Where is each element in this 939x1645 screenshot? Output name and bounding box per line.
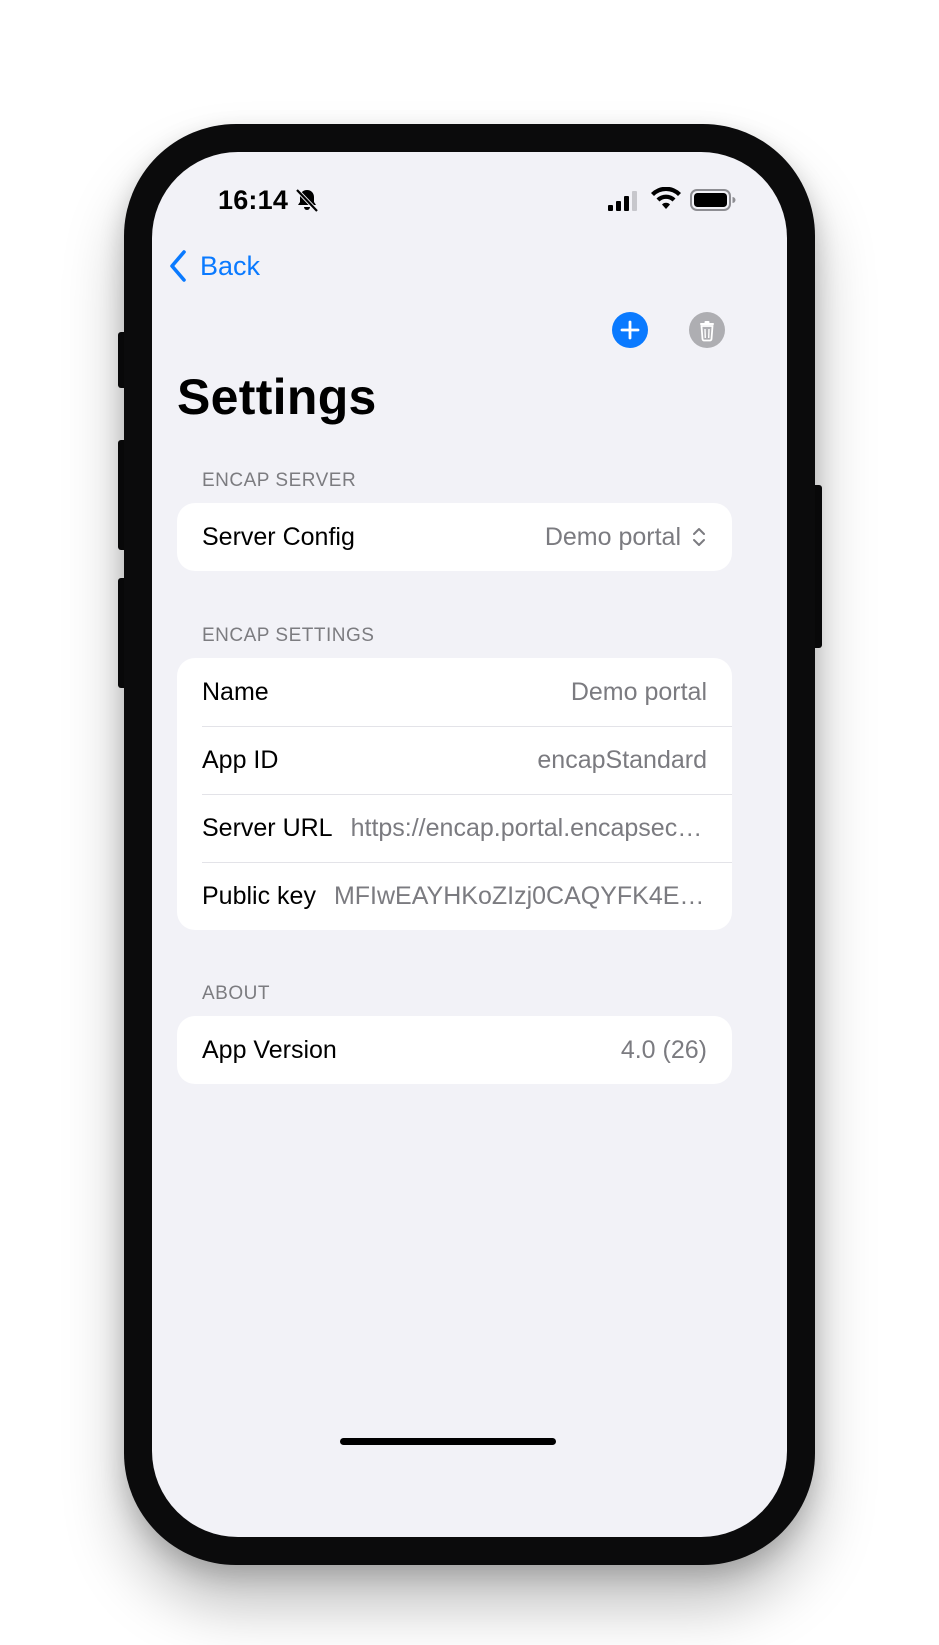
- battery-icon: [690, 189, 736, 211]
- chevron-up-down-icon: [693, 528, 705, 546]
- row-public-key[interactable]: Public key MFIwEAYHKoZIzj0CAQYFK4EEAAoDP…: [177, 862, 732, 930]
- phone-screen: 16:14 Back Settings ENCAP SERVER Server …: [152, 152, 787, 1537]
- home-indicator[interactable]: [340, 1438, 556, 1445]
- page-title: Settings: [177, 369, 377, 425]
- cellular-signal-icon: [608, 191, 637, 211]
- wifi-icon: [651, 187, 681, 209]
- section-header-about: ABOUT: [202, 983, 270, 1004]
- row-app-version: App Version 4.0 (26): [177, 1016, 732, 1084]
- row-value: encapStandard: [537, 745, 707, 774]
- back-label: Back: [200, 250, 261, 281]
- row-server-url[interactable]: Server URL https://encap.portal.encapsec…: [177, 794, 732, 862]
- row-label: App Version: [202, 1035, 337, 1064]
- picker-selected-value: Demo portal: [544, 522, 681, 551]
- section-header-settings: ENCAP SETTINGS: [202, 625, 375, 646]
- plus-circle-icon: [620, 320, 640, 340]
- row-value: 4.0 (26): [620, 1035, 707, 1064]
- status-time: 16:14: [218, 185, 289, 215]
- row-value: https://encap.portal.encapsecurity.com: [350, 813, 707, 842]
- chevron-left-icon: [170, 250, 186, 282]
- row-value: Demo portal: [570, 677, 707, 706]
- row-label: Public key: [202, 881, 316, 910]
- server-group: Server Config Demo portal: [177, 503, 732, 571]
- trash-icon: [700, 321, 714, 342]
- section-header-server: ENCAP SERVER: [202, 470, 357, 491]
- row-label: Name: [202, 677, 269, 706]
- stage: 16:14 Back Settings ENCAP SERVER Server …: [0, 0, 939, 1645]
- settings-group: Name Demo portal App ID encapStandard Se…: [177, 658, 732, 930]
- server-config-picker[interactable]: Server Config Demo portal: [177, 503, 732, 571]
- about-group: App Version 4.0 (26): [177, 1016, 732, 1084]
- picker-value: Demo portal: [545, 523, 707, 552]
- row-name[interactable]: Name Demo portal: [177, 658, 732, 726]
- back-button[interactable]: Back: [166, 244, 260, 288]
- row-label: Server URL: [202, 813, 333, 842]
- row-label: Server Config: [202, 522, 355, 551]
- row-value: MFIwEAYHKoZIzj0CAQYFK4EEAAoDPgAE: [333, 881, 707, 910]
- row-label: App ID: [202, 745, 279, 774]
- row-app-id[interactable]: App ID encapStandard: [177, 726, 732, 794]
- bell-slash-icon: [295, 188, 319, 213]
- delete-button[interactable]: [689, 312, 725, 348]
- add-button[interactable]: [612, 312, 648, 348]
